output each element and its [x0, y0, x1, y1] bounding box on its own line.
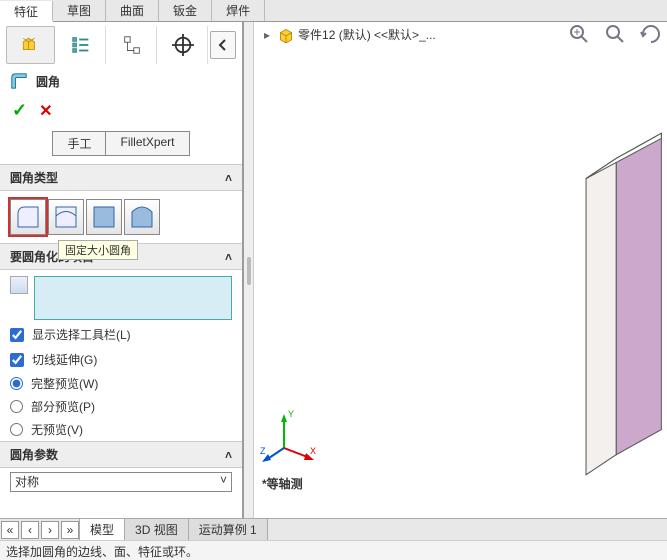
- graphics-area: ▸ 零件12 (默认) <<默认>_... Y X Z: [254, 22, 667, 520]
- display-tab[interactable]: [159, 26, 208, 64]
- collapse-icon[interactable]: ˄: [225, 171, 232, 185]
- selection-filter-icon[interactable]: [10, 276, 28, 294]
- ok-button[interactable]: ✓: [12, 100, 27, 121]
- tab-sheetmetal[interactable]: 钣金: [159, 0, 212, 21]
- svg-text:Z: Z: [260, 446, 266, 456]
- tab-scroll-last[interactable]: »: [61, 521, 79, 539]
- property-manager: ? 圆角 ✓ ✕ 手工 FilletXpert 圆角类型 ˄ 固定大小圆角 要圆…: [0, 22, 244, 520]
- section-fillet-type[interactable]: 圆角类型 ˄: [0, 164, 242, 191]
- section-params[interactable]: 圆角参数 ˄: [0, 441, 242, 468]
- tab-sketch[interactable]: 草图: [53, 0, 106, 21]
- no-preview-radio[interactable]: [10, 423, 23, 436]
- no-preview-label: 无预览(V): [31, 421, 83, 438]
- no-preview-row[interactable]: 无预览(V): [0, 418, 242, 441]
- tab-scroll-prev[interactable]: ‹: [21, 521, 39, 539]
- fillet-icon: [10, 72, 28, 90]
- zoom-area-icon[interactable]: [603, 22, 627, 46]
- config-tab[interactable]: [108, 26, 157, 64]
- action-row: ✓ ✕: [0, 94, 242, 127]
- property-tab[interactable]: [57, 26, 106, 64]
- breadcrumb-part-label[interactable]: 零件12 (默认) <<默认>_...: [298, 26, 436, 43]
- bottom-tab-model[interactable]: 模型: [79, 518, 125, 541]
- tab-scroll-first[interactable]: «: [1, 521, 19, 539]
- status-text: 选择加圆角的边线、面、特征或环。: [6, 545, 198, 559]
- tab-surface[interactable]: 曲面: [106, 0, 159, 21]
- section-params-label: 圆角参数: [10, 446, 58, 463]
- hierarchy-icon: [121, 34, 143, 56]
- full-round-fillet-button[interactable]: [124, 199, 160, 235]
- collapse-icon[interactable]: ˄: [225, 250, 232, 264]
- variable-fillet-button[interactable]: [48, 199, 84, 235]
- partial-preview-row[interactable]: 部分预览(P): [0, 395, 242, 418]
- feature-tree-tab[interactable]: [6, 26, 55, 64]
- panel-scroll-button[interactable]: [210, 31, 236, 59]
- show-toolbar-row[interactable]: 显示选择工具栏(L): [0, 322, 242, 347]
- mode-row: 手工 FilletXpert: [0, 127, 242, 164]
- fillet-type-row: [0, 191, 242, 243]
- part-icon: [278, 27, 294, 43]
- svg-text:Y: Y: [288, 409, 294, 419]
- tangent-label: 切线延伸(G): [32, 351, 97, 368]
- tangent-checkbox[interactable]: [10, 353, 24, 367]
- partial-preview-radio[interactable]: [10, 400, 23, 413]
- bottom-tab-motion[interactable]: 运动算例 1: [188, 518, 268, 541]
- orientation-triad[interactable]: Y X Z: [260, 404, 320, 464]
- bottom-tabs: « ‹ › » 模型 3D 视图 运动算例 1: [0, 518, 667, 540]
- show-toolbar-label: 显示选择工具栏(L): [32, 326, 131, 343]
- face-fillet-button[interactable]: [86, 199, 122, 235]
- status-bar: 选择加圆角的边线、面、特征或环。: [0, 540, 667, 560]
- section-fillet-type-label: 圆角类型: [10, 169, 58, 186]
- tab-features[interactable]: 特征: [0, 1, 53, 22]
- full-preview-row[interactable]: 完整预览(W): [0, 372, 242, 395]
- svg-text:X: X: [310, 446, 316, 456]
- bottom-tab-3dview[interactable]: 3D 视图: [124, 518, 189, 541]
- tab-weldment[interactable]: 焊件: [212, 0, 265, 21]
- cancel-button[interactable]: ✕: [39, 101, 52, 121]
- chevron-down-icon: ˅: [220, 473, 227, 487]
- splitter-handle[interactable]: [244, 22, 254, 520]
- partial-preview-label: 部分预览(P): [31, 398, 95, 415]
- command-manager-tabs: 特征 草图 曲面 钣金 焊件: [0, 0, 667, 22]
- tooltip: 固定大小圆角: [58, 240, 138, 260]
- chevron-left-icon: [216, 38, 230, 52]
- view-tools: [567, 22, 663, 46]
- rotate-view-icon[interactable]: [639, 22, 663, 46]
- feature-title: 圆角: [36, 73, 60, 90]
- tab-scroll-next[interactable]: ›: [41, 521, 59, 539]
- crosshair-icon: [172, 34, 194, 56]
- full-preview-radio[interactable]: [10, 377, 23, 390]
- symmetric-row: 对称 ˅: [0, 468, 242, 496]
- tangent-row[interactable]: 切线延伸(G): [0, 347, 242, 372]
- symmetric-value: 对称: [15, 475, 39, 489]
- constant-fillet-button[interactable]: [10, 199, 46, 235]
- selection-list[interactable]: [34, 276, 232, 320]
- feature-tree-icon: [21, 36, 39, 54]
- items-section: [0, 270, 242, 322]
- collapse-icon[interactable]: ˄: [225, 448, 232, 462]
- view-orientation-label: *等轴测: [262, 475, 303, 492]
- list-icon: [70, 34, 92, 56]
- breadcrumb-back-icon[interactable]: ▸: [260, 28, 274, 42]
- full-preview-label: 完整预览(W): [31, 375, 98, 392]
- symmetric-dropdown[interactable]: 对称 ˅: [10, 472, 232, 492]
- grip-icon: [247, 257, 251, 285]
- feature-title-row: 圆角: [0, 68, 242, 94]
- zoom-fit-icon[interactable]: [567, 22, 591, 46]
- filletxpert-mode-button[interactable]: FilletXpert: [105, 131, 189, 156]
- show-toolbar-checkbox[interactable]: [10, 328, 24, 342]
- panel-tab-row: [0, 22, 242, 68]
- manual-mode-button[interactable]: 手工: [52, 131, 105, 156]
